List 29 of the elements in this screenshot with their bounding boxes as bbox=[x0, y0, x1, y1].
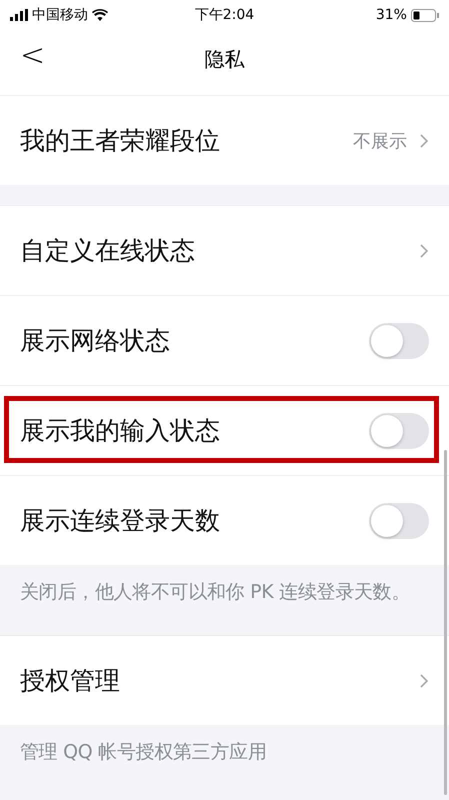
signal-icon bbox=[10, 9, 28, 21]
battery-icon bbox=[410, 8, 439, 22]
setting-row[interactable]: 展示连续登录天数 bbox=[0, 475, 449, 565]
setting-row[interactable]: 展示网络状态 bbox=[0, 295, 449, 385]
setting-label: 展示网络状态 bbox=[20, 325, 171, 357]
chevron-icon bbox=[419, 132, 429, 148]
setting-row[interactable]: 自定义在线状态 bbox=[0, 205, 449, 295]
battery-percent: 31% bbox=[376, 7, 407, 23]
setting-label: 授权管理 bbox=[20, 665, 121, 697]
setting-label: 我的王者荣耀段位 bbox=[20, 125, 221, 157]
toggle-switch[interactable] bbox=[369, 412, 429, 448]
setting-row[interactable]: 展示我的输入状态 bbox=[0, 385, 449, 475]
page-title: 隐私 bbox=[204, 46, 244, 72]
setting-value: 不展示 bbox=[353, 130, 407, 152]
setting-note: 管理 QQ 帐号授权第三方应用 bbox=[19, 740, 268, 765]
wifi-icon bbox=[92, 9, 108, 21]
setting-note: 关闭后，他人将不可以和你 PK 连续登录天数。 bbox=[19, 580, 412, 605]
toggle-switch[interactable] bbox=[369, 322, 429, 358]
setting-label: 展示连续登录天数 bbox=[20, 505, 221, 537]
chevron-icon bbox=[419, 242, 429, 258]
status-time: 下午2:04 bbox=[194, 6, 254, 24]
back-button[interactable]: < bbox=[14, 38, 52, 73]
setting-row[interactable]: 我的王者荣耀段位 不展示 bbox=[0, 95, 449, 185]
setting-label: 自定义在线状态 bbox=[20, 235, 196, 267]
toggle-switch[interactable] bbox=[369, 502, 429, 538]
setting-label: 展示我的输入状态 bbox=[20, 415, 221, 447]
chevron-icon bbox=[419, 672, 429, 688]
carrier-name: 中国移动 bbox=[32, 6, 88, 24]
setting-row[interactable]: 授权管理 bbox=[0, 635, 449, 725]
